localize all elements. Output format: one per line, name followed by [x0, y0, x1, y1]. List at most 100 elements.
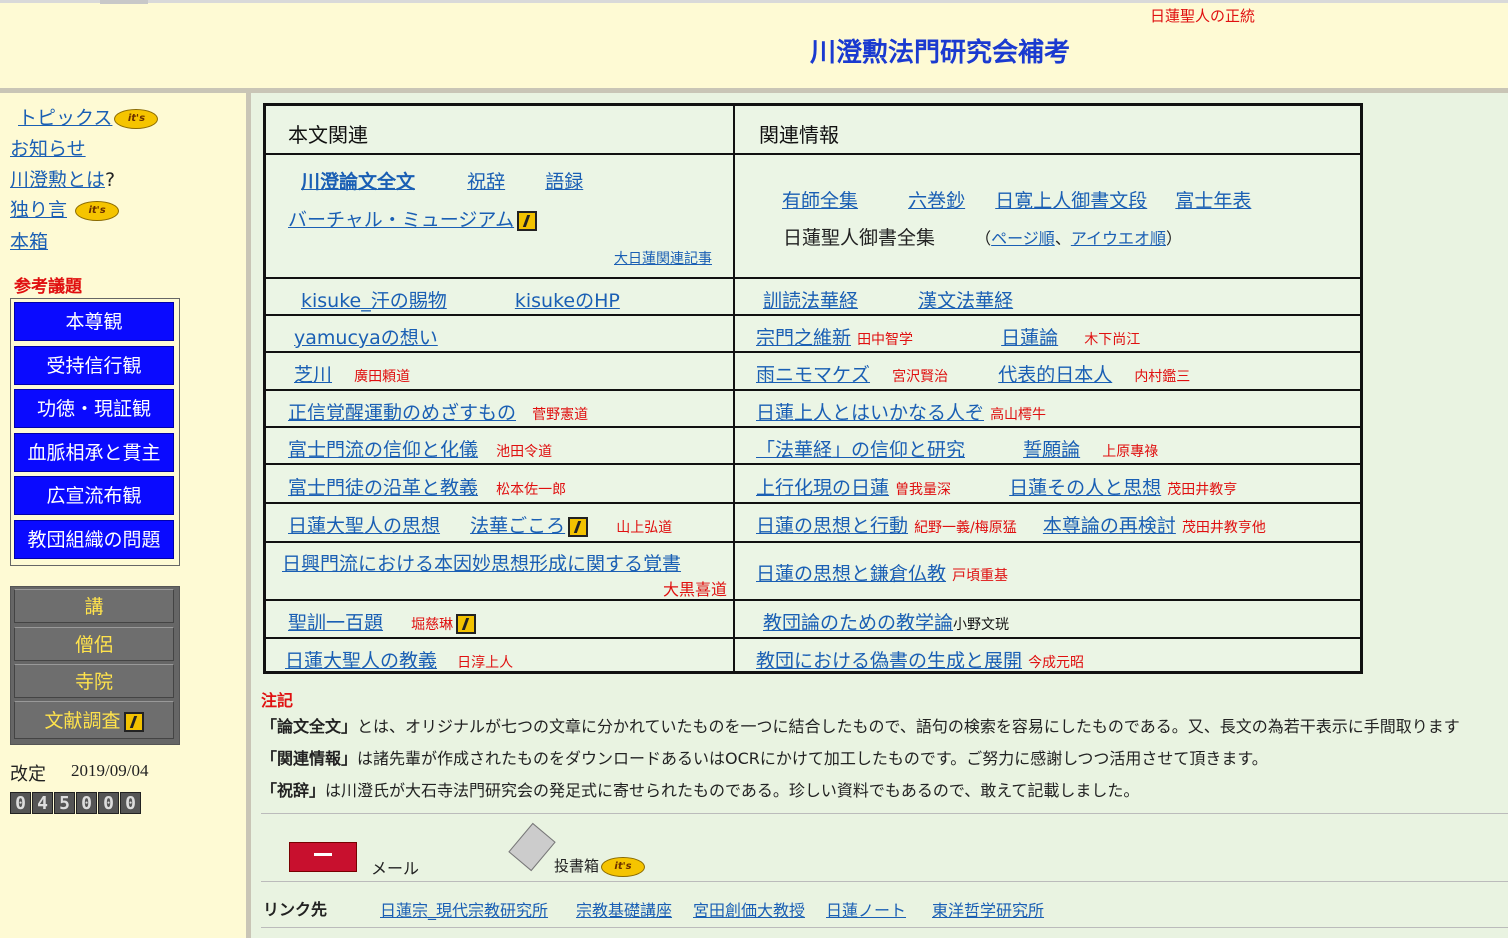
- list-item: 教団における偽書の生成と展開 今成元昭: [756, 646, 1084, 673]
- link-shumon-ishin[interactable]: 宗門之維新: [756, 327, 851, 349]
- divider: [261, 881, 1508, 882]
- external-link-shukyo-kiso[interactable]: 宗教基礎講座: [576, 897, 672, 921]
- menu-button-bunken[interactable]: 文献調査: [14, 701, 174, 739]
- author-label: 曽我量深: [895, 482, 952, 498]
- list-item: バーチャル・ミュージアム: [288, 205, 538, 232]
- link-rokkansho[interactable]: 六巻鈔: [908, 190, 965, 212]
- link-ame-nimo[interactable]: 雨ニモマケズ: [756, 364, 870, 386]
- link-gisho-seisei[interactable]: 教団における偽書の生成と展開: [756, 650, 1022, 672]
- link-nichiren-shonin-hito[interactable]: 日蓮上人とはいかなる人ぞ: [756, 402, 984, 424]
- postbox-icon[interactable]: [508, 822, 556, 872]
- topic-button-kyodan[interactable]: 教団組織の問題: [14, 520, 174, 559]
- link-hokke-gokoro[interactable]: 法華ごころ: [470, 515, 565, 537]
- mail-label[interactable]: メール: [371, 855, 419, 879]
- link-yamucya[interactable]: yamucyaの想い: [294, 327, 438, 349]
- topic-button-kudoku[interactable]: 功徳・現証観: [14, 389, 174, 428]
- author-label: 宮沢賢治: [892, 369, 949, 385]
- list-item: kisuke_汗の賜物 kisukeのHP: [301, 286, 620, 313]
- menu-button-soryo[interactable]: 僧侶: [14, 627, 174, 661]
- list-item: 有師全集 六巻鈔 日寛上人御書文段 富士年表: [782, 186, 1251, 213]
- link-seigan-ron[interactable]: 誓願論: [1023, 439, 1080, 461]
- postbox-label[interactable]: 投書箱 it's: [554, 855, 646, 877]
- link-shoshin-kakusei[interactable]: 正信覚醒運動のめざすもの: [288, 402, 516, 424]
- author-label: 廣田頼道: [354, 369, 411, 385]
- link-daishonin-shiso[interactable]: 日蓮大聖人の思想: [288, 515, 440, 537]
- postbox-label-text: 投書箱: [554, 857, 600, 875]
- counter-digit: 0: [10, 792, 31, 814]
- link-nichiren-sono-hito[interactable]: 日蓮その人と思想: [1009, 477, 1161, 499]
- gray-menu: 講 僧侶 寺院 文献調査: [10, 586, 180, 745]
- external-link-nichiren-note[interactable]: 日蓮ノート: [826, 897, 906, 921]
- link-fujimonryu-shinko[interactable]: 富士門流の信仰と化儀: [288, 439, 478, 461]
- table-row-divider: [266, 426, 1360, 428]
- list-item: 日興門流における本因妙思想形成に関する覚書: [282, 549, 681, 576]
- walking-man-icon: [456, 613, 477, 634]
- link-honzon-saikento[interactable]: 本尊論の再検討: [1043, 515, 1176, 537]
- revised-date: 2019/09/04: [71, 761, 149, 780]
- link-daihyoteki[interactable]: 代表的日本人: [998, 364, 1112, 386]
- sidebar-link-about[interactable]: 川澄勲とは: [10, 169, 105, 191]
- link-page-order[interactable]: ページ順: [991, 229, 1055, 248]
- notes-title: 注記: [261, 691, 294, 710]
- list-item: 「法華経」の信仰と研究 誓願論 上原專祿: [756, 435, 1158, 462]
- sidebar-link-news[interactable]: お知らせ: [10, 138, 86, 160]
- counter-digit: 0: [98, 792, 119, 814]
- link-fuji-nenpyo[interactable]: 富士年表: [1175, 190, 1251, 212]
- list-item: yamucyaの想い: [294, 323, 438, 350]
- counter-digit: 0: [120, 792, 141, 814]
- link-kyodan-kyogaku[interactable]: 教団論のための教学論: [763, 612, 953, 634]
- link-kisuke-hp[interactable]: kisukeのHP: [515, 290, 620, 312]
- menu-button-jiin[interactable]: 寺院: [14, 664, 174, 698]
- note-line: 「関連情報」は諸先輩が作成されたものをダウンロードあるいはOCRにかけて加工した…: [261, 743, 1460, 775]
- external-link-miyata[interactable]: 宮田創価大教授: [693, 897, 805, 921]
- walking-man-icon: [517, 210, 538, 231]
- sidebar-link-bookshelf[interactable]: 本箱: [10, 231, 48, 253]
- sidebar-link-monologue[interactable]: 独り言: [10, 199, 67, 221]
- mailbox-icon[interactable]: [289, 842, 357, 872]
- counter-digit: 0: [76, 792, 97, 814]
- link-kundoku-hokekyo[interactable]: 訓読法華経: [763, 290, 858, 312]
- link-nikko-monryu[interactable]: 日興門流における本因妙思想形成に関する覚書: [282, 553, 681, 575]
- counter-digit: 4: [32, 792, 53, 814]
- sidebar-link-topics[interactable]: トピックス: [18, 107, 112, 129]
- external-link-gendai-shukyo[interactable]: 日蓮宗_現代宗教研究所: [380, 897, 548, 921]
- link-seikun-hyakudai[interactable]: 聖訓一百題: [288, 612, 383, 634]
- main-content: 本文関連 関連情報 川澄論文全文 祝辞 語録 バーチャル・ミュージアム 大日蓮関…: [251, 93, 1508, 938]
- link-nikkan-gosho[interactable]: 日寛上人御書文段: [995, 190, 1147, 212]
- list-item: 日蓮大聖人の思想 法華ごころ 山上弘道: [288, 511, 672, 538]
- link-kisuke-ase[interactable]: kisuke_汗の賜物: [301, 290, 447, 312]
- walking-man-icon: [568, 516, 589, 537]
- menu-button-ko[interactable]: 講: [14, 589, 174, 623]
- its-badge-icon: it's: [75, 200, 120, 221]
- gosho-order-close: ）: [1166, 229, 1183, 248]
- author-label: 茂田井教亨: [1167, 482, 1238, 498]
- link-kanbun-hokekyo[interactable]: 漢文法華経: [918, 290, 1013, 312]
- link-daishonin-kyogi[interactable]: 日蓮大聖人の教義: [285, 650, 437, 672]
- author-label: 大黒喜道: [663, 580, 728, 599]
- link-shiso-to-kodo[interactable]: 日蓮の思想と行動: [756, 515, 908, 537]
- list-item: 正信覚醒運動のめざすもの 菅野憲道: [288, 398, 588, 425]
- header-banner: 日蓮聖人の正統 川澄勲法門研究会補考: [0, 0, 1508, 88]
- link-aiueo-order[interactable]: アイウエオ順: [1071, 229, 1166, 248]
- link-goroku[interactable]: 語録: [545, 171, 583, 193]
- link-dainichiren[interactable]: 大日蓮関連記事: [614, 251, 712, 267]
- link-jogyo-kegen[interactable]: 上行化現の日蓮: [756, 477, 889, 499]
- topic-button-juji[interactable]: 受持信行観: [14, 346, 174, 385]
- external-link-toyo-tetsugaku[interactable]: 東洋哲学研究所: [932, 897, 1044, 921]
- link-ushi-zenshu[interactable]: 有師全集: [782, 190, 858, 212]
- link-kamakura-bukkyo[interactable]: 日蓮の思想と鎌倉仏教: [756, 563, 946, 585]
- link-shibakawa[interactable]: 芝川: [294, 364, 332, 386]
- link-virtual-museum[interactable]: バーチャル・ミュージアム: [288, 209, 514, 231]
- link-nichiren-ron[interactable]: 日蓮論: [1001, 327, 1058, 349]
- gosho-zenshu-label: 日蓮聖人御書全集: [783, 227, 936, 249]
- topic-button-honzon[interactable]: 本尊観: [14, 302, 174, 341]
- link-fujimonto-enkaku[interactable]: 富士門徒の沿革と教義: [288, 477, 478, 499]
- links-heading: リンク先: [263, 900, 328, 919]
- link-ronbun-zenbun[interactable]: 川澄論文全文: [301, 171, 415, 193]
- topic-button-kechimyaku[interactable]: 血脈相承と貫主: [14, 433, 174, 472]
- link-hokekyo-shinko[interactable]: 「法華経」の信仰と研究: [756, 439, 965, 461]
- topic-button-kosen[interactable]: 広宣流布観: [14, 476, 174, 515]
- topics-heading: 参考議題: [14, 277, 82, 297]
- note-key: 「論文全文」: [261, 717, 358, 736]
- link-shukuji[interactable]: 祝辞: [467, 171, 505, 193]
